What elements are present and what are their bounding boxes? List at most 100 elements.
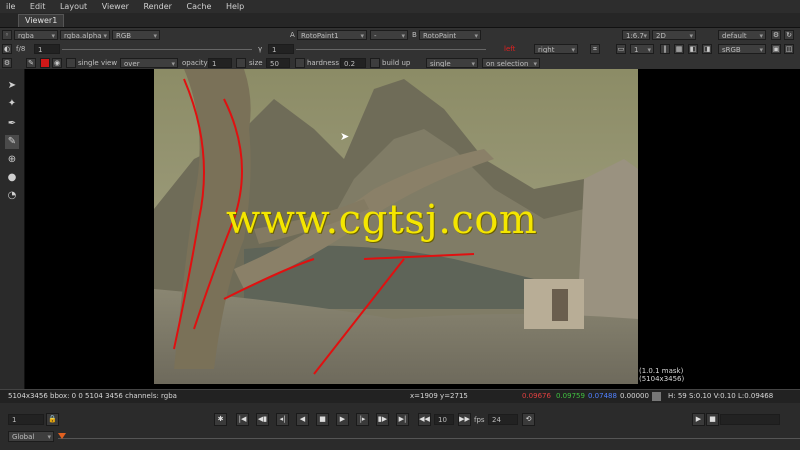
frame-field[interactable]: 1 [8, 414, 44, 425]
paint-toolbar: ⚙ ✎ ◉ single view over opacity 1 size 50… [0, 56, 800, 70]
viewer-info-bar: 5104x3456 bbox: 0 0 5104 3456 channels: … [0, 389, 800, 403]
next-keyframe-icon[interactable]: ▮▶ [376, 413, 389, 426]
play-forward-icon[interactable]: ▶ [336, 413, 349, 426]
step-back-icon[interactable]: ◀◀ [418, 413, 431, 426]
b-input-label: B [412, 31, 417, 39]
pixel-alpha-value: 0.00000 [620, 392, 649, 400]
gamma-slider[interactable] [296, 49, 486, 50]
menu-viewer[interactable]: Viewer [96, 0, 135, 11]
in-point-icon[interactable]: ▶ [692, 413, 705, 426]
grid-icon[interactable]: ▦ [674, 44, 684, 54]
b-input-select[interactable]: RotoPaint [419, 30, 481, 40]
range-field[interactable] [720, 414, 780, 425]
hardness-field[interactable]: 0.2 [340, 58, 366, 68]
color-swatch[interactable] [40, 58, 50, 68]
display-channels-select[interactable]: RGB [112, 30, 160, 40]
node-select-icon[interactable]: ✦ [5, 97, 19, 111]
lock-icon[interactable]: ◦ [2, 30, 12, 40]
view-select[interactable]: right [534, 44, 578, 54]
menu-help[interactable]: Help [220, 0, 250, 11]
loop-icon[interactable]: ⟲ [522, 413, 535, 426]
view-mode-select[interactable]: 2D [652, 30, 696, 40]
viewer-options-icon[interactable]: ◫ [784, 44, 794, 54]
step-forward-icon[interactable]: ▶▶ [458, 413, 471, 426]
pause-icon[interactable]: ‖ [660, 44, 670, 54]
last-frame-icon[interactable]: ▶| [396, 413, 409, 426]
blur-drop-icon[interactable]: ● [5, 171, 19, 185]
pixel-color-swatch [652, 392, 661, 401]
menu-cache[interactable]: Cache [181, 0, 218, 11]
build-up-label: build up [382, 59, 411, 67]
gain-field[interactable]: 1 [34, 44, 60, 54]
gamma-field[interactable]: 1 [268, 44, 294, 54]
prev-keyframe-icon[interactable]: ◀▮ [256, 413, 269, 426]
first-frame-icon[interactable]: |◀ [236, 413, 249, 426]
pixel-green-value: 0.09759 [556, 392, 585, 400]
color-wheel-icon[interactable]: ◉ [52, 58, 62, 68]
pixel-coords: x=1909 y=2715 [410, 392, 468, 400]
brush-icon[interactable]: ✎ [26, 58, 36, 68]
clone-stamp-icon[interactable]: ⊕ [5, 153, 19, 167]
hardness-checkbox[interactable] [295, 58, 305, 68]
single-view-checkbox[interactable] [66, 58, 76, 68]
channel-select[interactable]: rgba.alpha [60, 30, 110, 40]
refresh-icon[interactable]: ↻ [784, 30, 794, 40]
size-checkbox[interactable] [236, 58, 246, 68]
clip-icon[interactable]: ◧ [688, 44, 698, 54]
out-point-icon[interactable]: ■ [706, 413, 719, 426]
next-frame-icon[interactable]: |▸ [356, 413, 369, 426]
range-mode-select[interactable]: Global [8, 431, 54, 442]
a-input-label: A [290, 31, 295, 39]
lut-select[interactable]: default [718, 30, 766, 40]
stop-icon[interactable]: ■ [316, 413, 329, 426]
settings-icon[interactable]: ⚙ [2, 58, 12, 68]
menu-edit[interactable]: Edit [24, 0, 52, 11]
opacity-field[interactable]: 1 [208, 58, 232, 68]
stroke-mode-select[interactable]: single [426, 58, 478, 68]
single-view-label: single view [78, 59, 118, 67]
settings-icon[interactable]: ⚙ [771, 30, 781, 40]
compare-mode-select[interactable]: - [370, 30, 408, 40]
playhead-icon[interactable] [58, 433, 66, 439]
selection-mode-select[interactable]: on selection [482, 58, 540, 68]
a-input-select[interactable]: RotoPaint1 [297, 30, 367, 40]
dodge-icon[interactable]: ◔ [5, 189, 19, 203]
proxy-icon[interactable]: ▭ [616, 44, 626, 54]
layer-select[interactable]: rgba [14, 30, 58, 40]
bezier-pen-icon[interactable]: ✒ [5, 117, 19, 131]
select-arrow-icon[interactable]: ➤ [5, 79, 19, 93]
tab-viewer1[interactable]: Viewer1 [18, 14, 65, 27]
menu-file[interactable]: ile [0, 0, 21, 11]
paint-brush-icon[interactable]: ✎ [5, 135, 19, 149]
roi-icon[interactable]: ⌗ [590, 44, 600, 54]
viewer-image[interactable]: www.cgtsj.com [154, 69, 638, 384]
gamma-label: γ [258, 45, 263, 53]
timeline-bar: 1 🔒 ✱ |◀ ◀▮ ◂| ◀ ■ ▶ |▸ ▮▶ ▶| ◀◀ 10 ▶▶ f… [0, 403, 800, 450]
wipe-icon[interactable]: ◨ [702, 44, 712, 54]
menu-layout[interactable]: Layout [54, 0, 93, 11]
step-field[interactable]: 10 [434, 414, 454, 425]
menu-bar: ile Edit Layout Viewer Render Cache Help [0, 0, 800, 13]
prev-frame-icon[interactable]: ◂| [276, 413, 289, 426]
timeline-scrubber[interactable] [58, 438, 800, 439]
watermark-text: www.cgtsj.com [226, 197, 538, 243]
size-field[interactable]: 50 [266, 58, 290, 68]
colorspace-select[interactable]: sRGB [718, 44, 766, 54]
zoom-select[interactable]: 1:6.7 [622, 30, 650, 40]
pixel-hsv-values: H: 59 S:0.10 V:0.10 L:0.09468 [668, 392, 774, 400]
proxy-select[interactable]: 1 [630, 44, 654, 54]
fps-field[interactable]: 24 [488, 414, 518, 425]
blend-mode-select[interactable]: over [120, 58, 178, 68]
viewer-toolbar-exposure: ◐ f/8 1 γ 1 left right ⌗ ▭ 1 ‖ ▦ ◧ ◨ sRG… [0, 42, 800, 57]
lock-range-icon[interactable]: 🔒 [46, 413, 59, 426]
build-up-checkbox[interactable] [370, 58, 380, 68]
left-view-label[interactable]: left [504, 44, 515, 54]
menu-render[interactable]: Render [137, 0, 177, 11]
gain-slider[interactable] [62, 49, 252, 50]
exposure-icon[interactable]: ◐ [2, 44, 12, 54]
frame-icon[interactable]: ▣ [771, 44, 781, 54]
play-backward-icon[interactable]: ◀ [296, 413, 309, 426]
format-info: 5104x3456 bbox: 0 0 5104 3456 channels: … [8, 392, 177, 400]
format-size-label: (5104x3456) [639, 375, 685, 383]
playback-settings-icon[interactable]: ✱ [214, 413, 227, 426]
